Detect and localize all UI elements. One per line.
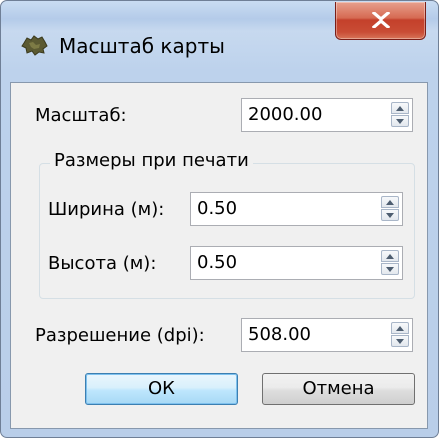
width-value[interactable]: 0.50: [197, 198, 237, 220]
height-decrement-button[interactable]: [381, 263, 399, 275]
height-label: Высота (м):: [48, 253, 157, 274]
resolution-spinbox[interactable]: 508.00: [241, 318, 413, 352]
cancel-button[interactable]: Отмена: [262, 373, 415, 405]
print-size-group-title: Размеры при печати: [50, 150, 253, 172]
ok-button[interactable]: ОК: [85, 373, 238, 405]
scale-increment-button[interactable]: [391, 102, 409, 114]
height-increment-button[interactable]: [381, 250, 399, 262]
scale-value[interactable]: 2000.00: [248, 104, 322, 126]
close-icon: [372, 12, 390, 28]
close-button[interactable]: [335, 2, 426, 40]
resolution-label: Разрешение (dpi):: [35, 325, 205, 346]
arrow-down-icon: [396, 339, 404, 344]
window-title: Масштаб карты: [59, 34, 225, 58]
scale-label: Масштаб:: [35, 105, 127, 126]
resolution-value[interactable]: 508.00: [248, 324, 311, 346]
height-value[interactable]: 0.50: [197, 252, 237, 274]
resolution-decrement-button[interactable]: [391, 335, 409, 347]
arrow-down-icon: [386, 213, 394, 218]
arrow-up-icon: [396, 326, 404, 331]
map-app-icon: [21, 35, 48, 56]
arrow-down-icon: [396, 119, 404, 124]
resolution-increment-button[interactable]: [391, 322, 409, 334]
scale-decrement-button[interactable]: [391, 115, 409, 127]
width-decrement-button[interactable]: [381, 209, 399, 221]
width-spinbox[interactable]: 0.50: [190, 192, 403, 226]
arrow-up-icon: [396, 106, 404, 111]
arrow-up-icon: [386, 200, 394, 205]
width-increment-button[interactable]: [381, 196, 399, 208]
height-spinbox[interactable]: 0.50: [190, 246, 403, 280]
scale-spinbox[interactable]: 2000.00: [241, 98, 413, 132]
arrow-down-icon: [386, 267, 394, 272]
arrow-up-icon: [386, 254, 394, 259]
width-label: Ширина (м):: [48, 199, 165, 220]
